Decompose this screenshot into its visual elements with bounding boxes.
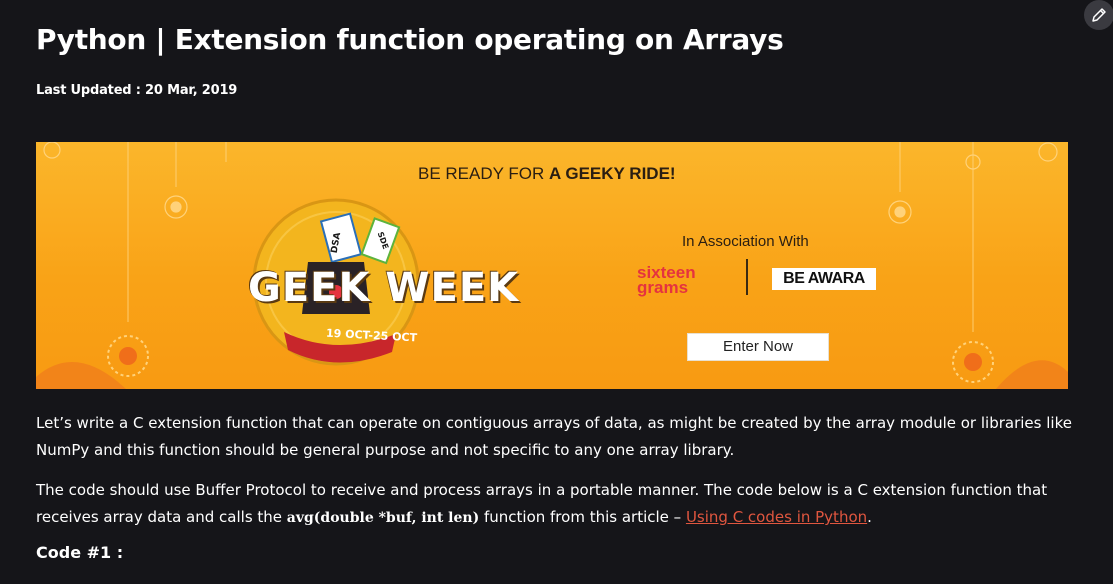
paragraph-intro: Let’s write a C extension function that … <box>36 414 1072 459</box>
article-page: Python | Extension function operating on… <box>0 0 1113 584</box>
paragraph-buffer-protocol: The code should use Buffer Protocol to r… <box>36 477 1076 532</box>
code-label: Code #1 : <box>36 543 124 562</box>
article-link[interactable]: Using C codes in Python <box>686 508 867 526</box>
edit-button[interactable] <box>1084 0 1113 30</box>
sixteen-grams-logo: sixteen grams <box>637 264 696 297</box>
page-title: Python | Extension function operating on… <box>36 23 784 56</box>
be-awara-logo: BE AWARA <box>772 268 876 290</box>
p2-after: function from this article – <box>479 508 686 526</box>
association-label: In Association With <box>682 233 809 250</box>
sponsor-divider <box>746 259 748 295</box>
geek-week-logo: GEEK WEEK <box>248 265 520 311</box>
banner-heading: BE READY FOR A GEEKY RIDE! <box>418 164 676 183</box>
p2-end: . <box>867 508 872 526</box>
enter-now-button[interactable]: Enter Now <box>687 333 829 361</box>
last-updated: Last Updated : 20 Mar, 2019 <box>36 83 238 98</box>
pencil-icon <box>1092 8 1106 22</box>
sponsor1-line2: grams <box>637 278 689 297</box>
geek-week-banner[interactable]: BE READY FOR A GEEKY RIDE! GEEK WEEK 19 … <box>36 142 1068 389</box>
inline-code: avg(double *buf, int len) <box>286 510 480 526</box>
